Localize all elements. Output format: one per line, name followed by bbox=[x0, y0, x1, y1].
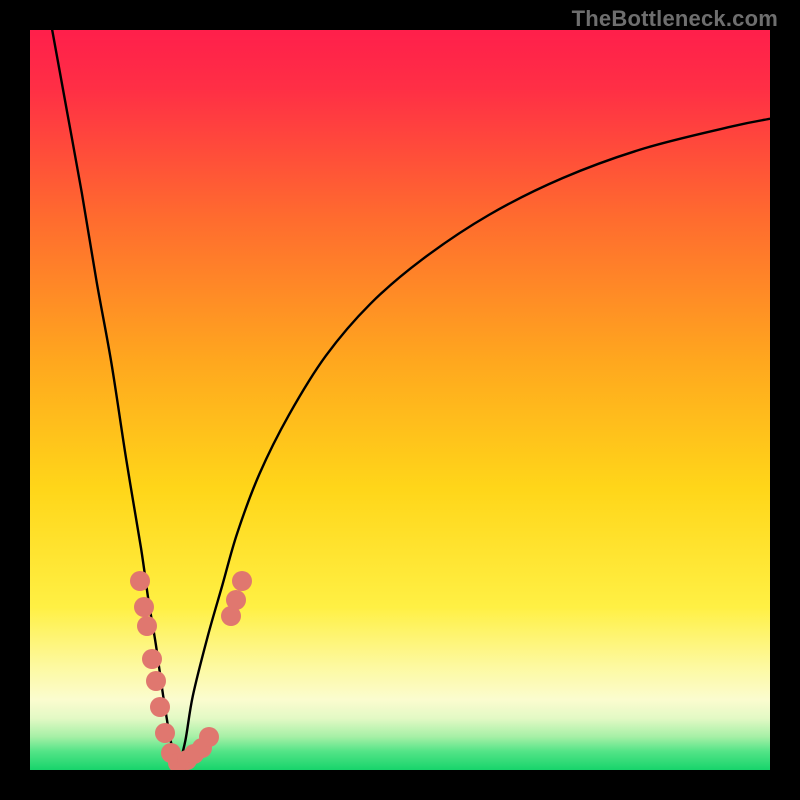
data-point-marker bbox=[146, 671, 166, 691]
data-point-marker bbox=[134, 597, 154, 617]
data-point-marker bbox=[232, 571, 252, 591]
plot-area bbox=[30, 30, 770, 770]
data-point-marker bbox=[150, 697, 170, 717]
data-point-marker bbox=[155, 723, 175, 743]
data-point-marker bbox=[199, 727, 219, 747]
watermark-text: TheBottleneck.com bbox=[572, 6, 778, 32]
data-point-marker bbox=[142, 649, 162, 669]
data-point-marker bbox=[130, 571, 150, 591]
bottleneck-curve bbox=[30, 30, 770, 770]
data-point-marker bbox=[137, 616, 157, 636]
curve-right-branch bbox=[178, 119, 770, 770]
chart-frame: TheBottleneck.com bbox=[0, 0, 800, 800]
data-point-marker bbox=[226, 590, 246, 610]
